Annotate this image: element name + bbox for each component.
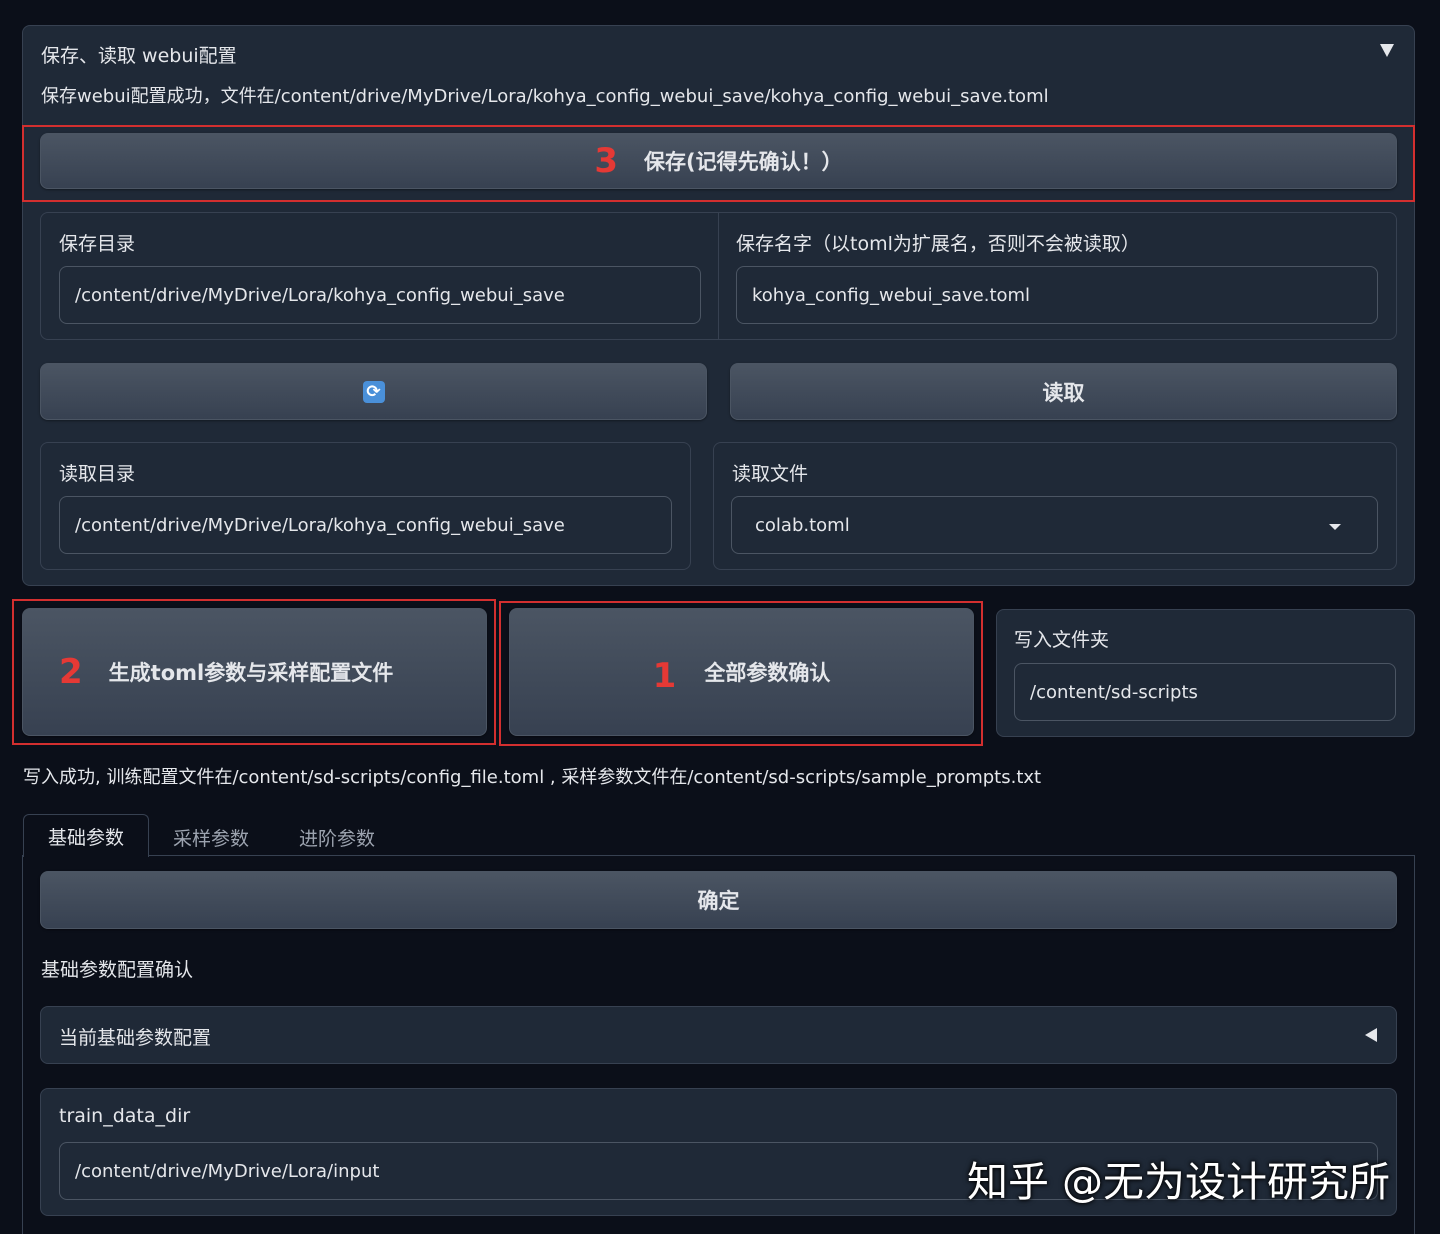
block-divider <box>718 212 719 340</box>
confirm-basic-button[interactable]: 确定 <box>40 871 1397 929</box>
save-name-label: 保存名字（以toml为扩展名，否则不会被读取） <box>736 233 1140 255</box>
read-file-value: colab.toml <box>755 514 850 536</box>
read-dir-input[interactable]: /content/drive/MyDrive/Lora/kohya_config… <box>59 496 672 554</box>
refresh-icon: ⟳ <box>362 380 385 403</box>
tab-basic[interactable]: 基础参数 <box>23 814 149 857</box>
save-dir-input[interactable]: /content/drive/MyDrive/Lora/kohya_config… <box>59 266 701 324</box>
save-name-input[interactable]: kohya_config_webui_save.toml <box>736 266 1378 324</box>
highlight-box-3 <box>22 125 1415 202</box>
train-data-dir-label: train_data_dir <box>59 1105 191 1127</box>
config-panel-title[interactable]: 保存、读取 webui配置 <box>41 41 237 68</box>
save-dir-label: 保存目录 <box>59 233 136 255</box>
read-button[interactable]: 读取 <box>730 363 1397 420</box>
write-status-text: 写入成功, 训练配置文件在/content/sd-scripts/config_… <box>23 767 1042 788</box>
triangle-down-icon[interactable] <box>1380 44 1394 57</box>
highlight-box-2 <box>12 599 496 745</box>
basic-section-title: 基础参数配置确认 <box>41 959 194 981</box>
tab-sampling[interactable]: 采样参数 <box>173 824 249 851</box>
save-status-text: 保存webui配置成功，文件在/content/drive/MyDrive/Lo… <box>41 86 1049 107</box>
chevron-down-icon <box>1329 524 1341 530</box>
write-folder-label: 写入文件夹 <box>1014 629 1110 651</box>
tab-bar-line <box>148 855 1415 856</box>
write-folder-input[interactable]: /content/sd-scripts <box>1014 663 1396 721</box>
read-file-label: 读取文件 <box>732 463 809 485</box>
read-file-select[interactable]: colab.toml <box>731 496 1378 554</box>
highlight-box-1 <box>499 601 983 746</box>
tab-panel-border <box>22 855 23 1234</box>
watermark: 知乎 @无为设计研究所 <box>967 1158 1391 1206</box>
accordion-label: 当前基础参数配置 <box>59 1027 212 1049</box>
refresh-button[interactable]: ⟳ <box>40 363 707 420</box>
current-basic-config-accordion[interactable] <box>40 1006 1397 1064</box>
tab-advanced[interactable]: 进阶参数 <box>299 824 375 851</box>
tab-panel-border-right <box>1414 855 1415 1234</box>
triangle-left-icon[interactable] <box>1365 1028 1377 1042</box>
read-dir-label: 读取目录 <box>59 463 136 485</box>
